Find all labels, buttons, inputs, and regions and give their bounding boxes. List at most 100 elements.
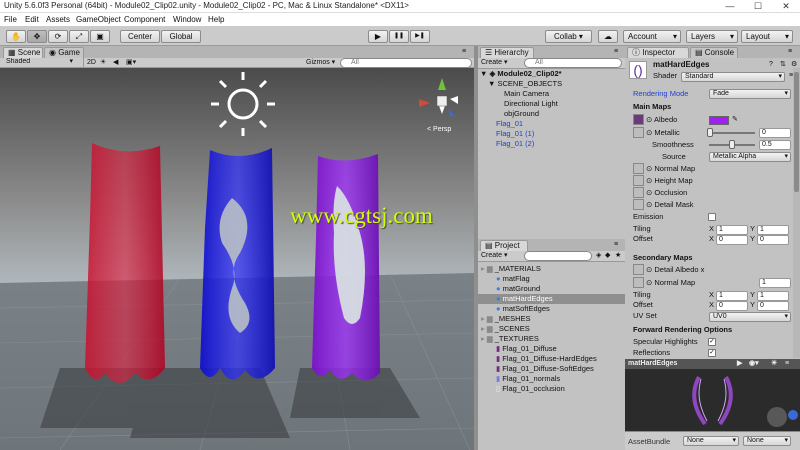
maximize-button[interactable]: ☐ xyxy=(744,0,772,13)
hand-tool-icon[interactable]: ✋ xyxy=(6,30,26,43)
step-button[interactable]: ▶❚ xyxy=(410,30,430,43)
tab-scene[interactable]: ▦ Scene xyxy=(3,47,43,58)
preview-viewport[interactable] xyxy=(625,369,800,431)
preview-play-icon[interactable]: ▶ xyxy=(737,359,742,369)
detail-mask-slot[interactable] xyxy=(633,199,644,210)
collab-button[interactable]: Collab ▾ xyxy=(545,30,592,43)
secondary-offset-x-input[interactable]: 0 xyxy=(716,301,748,311)
play-button[interactable]: ▶ xyxy=(368,30,388,43)
hierarchy-item-flag-01[interactable]: Flag_01 xyxy=(496,119,523,129)
pivot-center-button[interactable]: Center xyxy=(120,30,160,43)
hierarchy-item-flag-01-2[interactable]: Flag_01 (2) xyxy=(496,139,534,149)
inspector-scrollbar[interactable] xyxy=(793,68,800,358)
shading-mode-dropdown[interactable]: Shaded xyxy=(3,58,75,68)
source-dropdown[interactable]: Metallic Alpha xyxy=(709,152,791,162)
rendering-mode-dropdown[interactable]: Fade xyxy=(709,89,791,99)
project-asset-item[interactable]: ● matSoftEdges xyxy=(478,304,625,314)
label-icon[interactable]: ◆ xyxy=(605,251,610,261)
secondary-normal-scale-input[interactable]: 1 xyxy=(759,278,791,288)
red-flag[interactable] xyxy=(85,143,165,383)
project-menu-icon[interactable]: ≡ xyxy=(614,240,618,250)
hierarchy-scene-row[interactable]: ▼ ◈ Module02_Clip02* xyxy=(480,69,562,79)
metallic-value-input[interactable]: 0 xyxy=(759,128,791,138)
preview-shape-icon[interactable]: ◉▾ xyxy=(749,359,759,369)
close-button[interactable]: ✕ xyxy=(772,0,800,13)
shader-dropdown[interactable]: Standard xyxy=(681,72,785,82)
rotate-tool-icon[interactable]: ⟳ xyxy=(48,30,68,43)
pause-button[interactable]: ❚❚ xyxy=(389,30,409,43)
menu-file[interactable]: File xyxy=(4,15,17,24)
project-folder-item[interactable]: ▸ ▆ _TEXTURES xyxy=(478,334,625,344)
move-tool-icon[interactable]: ✥ xyxy=(27,30,47,43)
menu-gameobject[interactable]: GameObject xyxy=(76,15,121,24)
help-icon[interactable]: ? xyxy=(769,60,773,70)
account-dropdown[interactable]: Account ▾ xyxy=(623,30,681,43)
tab-inspector[interactable]: ⓘ Inspector xyxy=(627,47,689,58)
preset-icon[interactable]: ⇅ xyxy=(780,60,786,70)
project-asset-item[interactable]: ▮ Flag_01_normals xyxy=(478,374,625,384)
hierarchy-search-input[interactable]: All xyxy=(524,58,622,68)
project-asset-item[interactable]: ▮ Flag_01_Diffuse-HardEdges xyxy=(478,354,625,364)
project-asset-item[interactable]: ● matHardEdges xyxy=(478,294,625,304)
project-asset-item[interactable]: ▮ Flag_01_Diffuse-SoftEdges xyxy=(478,364,625,374)
project-create-button[interactable]: Create ▾ xyxy=(481,251,507,261)
hierarchy-item-flag-01-1[interactable]: Flag_01 (1) xyxy=(496,129,534,139)
layers-dropdown[interactable]: Layers ▾ xyxy=(686,30,738,43)
cloud-icon[interactable]: ☁ xyxy=(598,30,618,43)
secondary-offset-y-input[interactable]: 0 xyxy=(757,301,789,311)
detail-albedo-slot[interactable] xyxy=(633,264,644,275)
specular-highlights-checkbox[interactable]: ✓ xyxy=(708,338,716,346)
hierarchy-item-main-camera[interactable]: Main Camera xyxy=(504,89,549,99)
menu-assets[interactable]: Assets xyxy=(46,15,70,24)
normal-map-slot[interactable] xyxy=(633,163,644,174)
tiling-x-input[interactable]: 1 xyxy=(716,225,748,235)
albedo-texture-slot[interactable] xyxy=(633,114,644,125)
secondary-tiling-x-input[interactable]: 1 xyxy=(716,291,748,301)
hierarchy-item-scene-objects[interactable]: ▼ SCENE_OBJECTS xyxy=(488,79,562,89)
emission-checkbox[interactable] xyxy=(708,213,716,221)
secondary-tiling-y-input[interactable]: 1 xyxy=(757,291,789,301)
hierarchy-menu-icon[interactable]: ≡ xyxy=(614,47,618,57)
perspective-label[interactable]: < Persp xyxy=(427,125,451,135)
hierarchy-item-objground[interactable]: objGround xyxy=(504,109,539,119)
gizmos-dropdown[interactable]: Gizmos ▾ xyxy=(306,58,335,68)
tab-hierarchy[interactable]: ☰ Hierarchy xyxy=(480,47,534,58)
menu-help[interactable]: Help xyxy=(208,15,224,24)
filter-icon[interactable]: ◈ xyxy=(596,251,601,261)
tab-console[interactable]: ▤ Console xyxy=(690,47,738,58)
star-icon[interactable]: ★ xyxy=(615,251,621,261)
pivot-global-button[interactable]: Global xyxy=(161,30,201,43)
project-asset-item[interactable]: ● matGround xyxy=(478,284,625,294)
smoothness-slider-thumb[interactable] xyxy=(729,140,735,149)
albedo-color-swatch[interactable] xyxy=(709,116,729,125)
height-map-slot[interactable] xyxy=(633,175,644,186)
inspector-scrollbar-thumb[interactable] xyxy=(794,72,799,192)
project-asset-item[interactable]: ▮ Flag_01_Diffuse xyxy=(478,344,625,354)
minimize-button[interactable]: — xyxy=(716,0,744,13)
panel-menu-icon[interactable]: ≡ xyxy=(462,47,466,57)
project-asset-item[interactable]: ● matFlag xyxy=(478,274,625,284)
preview-menu-icon[interactable]: ≡ xyxy=(785,359,789,369)
tab-game[interactable]: ◉ Game xyxy=(44,47,84,58)
rect-tool-icon[interactable]: ▣ xyxy=(90,30,110,43)
offset-y-input[interactable]: 0 xyxy=(757,235,789,245)
hierarchy-create-button[interactable]: Create ▾ xyxy=(481,58,507,68)
hierarchy-item-directional-light[interactable]: Directional Light xyxy=(504,99,558,109)
tiling-y-input[interactable]: 1 xyxy=(757,225,789,235)
menu-component[interactable]: Component xyxy=(124,15,165,24)
lighting-toggle-icon[interactable]: ☀ xyxy=(100,58,106,68)
metallic-slider-track[interactable] xyxy=(709,132,755,134)
metallic-slider-thumb[interactable] xyxy=(707,128,713,137)
eyedropper-icon[interactable]: ✎ xyxy=(732,115,738,125)
audio-toggle-icon[interactable]: ◀ xyxy=(113,58,118,68)
2d-toggle[interactable]: 2D xyxy=(83,58,99,68)
tab-project[interactable]: ▤ Project xyxy=(480,240,528,251)
smoothness-value-input[interactable]: 0.5 xyxy=(759,140,791,150)
project-asset-item[interactable]: ▯ Flag_01_occlusion xyxy=(478,384,625,394)
occlusion-slot[interactable] xyxy=(633,187,644,198)
menu-window[interactable]: Window xyxy=(173,15,201,24)
project-folder-item[interactable]: ▸ ▆ _MESHES xyxy=(478,314,625,324)
project-folder-item[interactable]: ▸ ▆ _SCENES xyxy=(478,324,625,334)
project-search-input[interactable] xyxy=(524,251,592,261)
reflections-checkbox[interactable]: ✓ xyxy=(708,349,716,357)
